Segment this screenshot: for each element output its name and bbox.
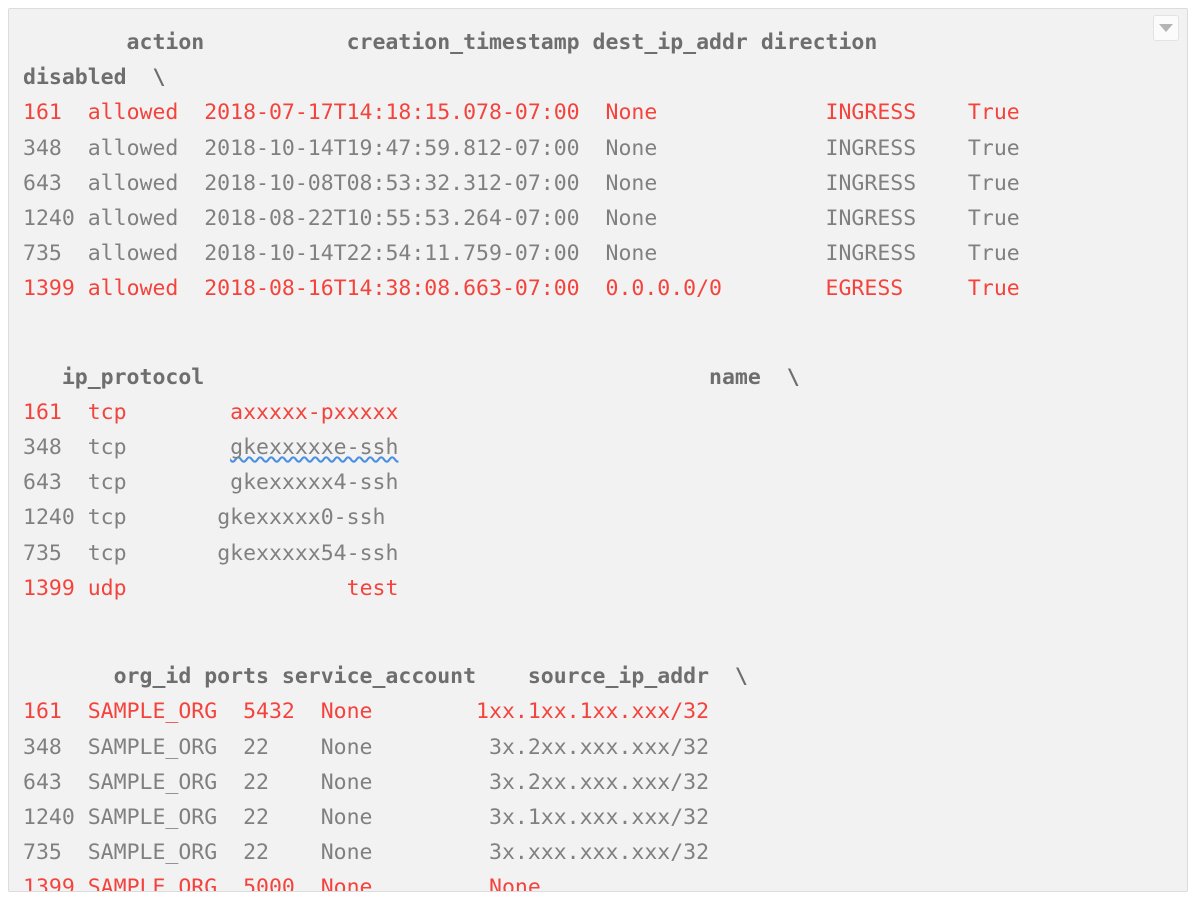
table-row: 1240 allowed 2018-08-22T10:55:53.264-07:… <box>9 201 1187 236</box>
table-row: 348 allowed 2018-10-14T19:47:59.812-07:0… <box>9 131 1187 166</box>
row-index: 643 <box>23 470 88 496</box>
row-index: 348 <box>23 734 88 760</box>
cell-name: gkexxxxxe-ssh <box>230 435 399 461</box>
row-index: 1240 <box>23 205 88 231</box>
column-header-row: ip_protocol name \ <box>23 364 800 390</box>
row-index: 1399 <box>23 276 88 302</box>
table-row: 735 SAMPLE_ORG 22 None 3x.xxx.xxx.xxx/32 <box>9 835 1187 870</box>
block-separator <box>9 307 1187 342</box>
table-row: 643 SAMPLE_ORG 22 None 3x.2xx.xxx.xxx/32 <box>9 765 1187 800</box>
table-row: 1399 allowed 2018-08-16T14:38:08.663-07:… <box>9 271 1187 306</box>
row-cells: allowed 2018-07-17T14:18:15.078-07:00 No… <box>87 100 1020 126</box>
table-row: 1240 SAMPLE_ORG 22 None 3x.1xx.xxx.xxx/3… <box>9 800 1187 835</box>
column-header-row: action creation_timestamp dest_ip_addr d… <box>23 30 878 55</box>
row-cells: SAMPLE_ORG 5000 None None <box>87 875 541 892</box>
cell-name: axxxxx-pxxxxx <box>230 399 399 425</box>
table-row: 348 tcp gkexxxxxe-ssh <box>9 430 1187 465</box>
table-row: 1240 tcp gkexxxxx0-ssh <box>9 500 1187 535</box>
table-row: 735 tcp gkexxxxx54-ssh <box>9 536 1187 571</box>
table-row: 161 tcp axxxxx-pxxxxx <box>9 395 1187 430</box>
cell-ip-protocol: udp <box>87 575 347 601</box>
dataframe-text-output: action creation_timestamp dest_ip_addr d… <box>9 9 1187 892</box>
row-cells: SAMPLE_ORG 22 None 3x.xxx.xxx.xxx/32 <box>87 840 710 866</box>
notebook-output-cell: action creation_timestamp dest_ip_addr d… <box>8 8 1188 892</box>
cell-ip-protocol: tcp <box>87 470 231 496</box>
row-index: 1399 <box>23 875 88 892</box>
row-cells: allowed 2018-10-14T19:47:59.812-07:00 No… <box>87 135 1020 161</box>
row-index: 348 <box>23 435 88 461</box>
row-index: 161 <box>23 399 88 425</box>
table-row: 643 tcp gkexxxxx4-ssh <box>9 465 1187 500</box>
chevron-down-icon <box>1159 24 1173 32</box>
block-separator <box>9 641 1187 659</box>
table-row: 348 SAMPLE_ORG 22 None 3x.2xx.xxx.xxx/32 <box>9 730 1187 765</box>
table-row: 735 allowed 2018-10-14T22:54:11.759-07:0… <box>9 236 1187 271</box>
row-index: 735 <box>23 540 88 566</box>
row-cells: SAMPLE_ORG 22 None 3x.2xx.xxx.xxx/32 <box>87 769 710 795</box>
cell-ip-protocol: tcp <box>87 399 231 425</box>
cell-ip-protocol: tcp <box>87 540 218 566</box>
row-index: 161 <box>23 699 88 725</box>
block-separator <box>9 606 1187 641</box>
cell-name: gkexxxxx54-ssh <box>217 540 399 566</box>
row-index: 1240 <box>23 505 88 531</box>
table-row: 1399 SAMPLE_ORG 5000 None None <box>9 870 1187 892</box>
row-cells: SAMPLE_ORG 22 None 3x.2xx.xxx.xxx/32 <box>87 734 710 760</box>
row-index: 1240 <box>23 804 88 830</box>
row-cells: SAMPLE_ORG 5432 None 1xx.1xx.1xx.xxx/32 <box>87 699 710 725</box>
row-index: 161 <box>23 100 88 126</box>
row-cells: allowed 2018-10-08T08:53:32.312-07:00 No… <box>87 170 1020 196</box>
row-index: 1399 <box>23 575 88 601</box>
row-index: 643 <box>23 769 88 795</box>
cell-ip-protocol: tcp <box>87 505 218 531</box>
column-header-row-continued: disabled \ <box>23 65 166 91</box>
row-cells: allowed 2018-08-22T10:55:53.264-07:00 No… <box>87 205 1020 231</box>
row-cells: SAMPLE_ORG 22 None 3x.1xx.xxx.xxx/32 <box>87 804 710 830</box>
row-index: 735 <box>23 241 88 267</box>
cell-name: test <box>346 575 399 601</box>
row-index: 348 <box>23 135 88 161</box>
table-row: 161 allowed 2018-07-17T14:18:15.078-07:0… <box>9 95 1187 130</box>
cell-name: gkexxxxx4-ssh <box>230 470 399 496</box>
cell-ip-protocol: tcp <box>87 435 231 461</box>
row-cells: allowed 2018-10-14T22:54:11.759-07:00 No… <box>87 241 1020 267</box>
row-cells: allowed 2018-08-16T14:38:08.663-07:00 0.… <box>87 276 1020 302</box>
table-row: 643 allowed 2018-10-08T08:53:32.312-07:0… <box>9 166 1187 201</box>
scroll-down-arrow-button[interactable] <box>1153 15 1179 41</box>
row-index: 643 <box>23 170 88 196</box>
block-separator <box>9 342 1187 360</box>
cell-name: gkexxxxx0-ssh <box>217 505 386 531</box>
table-row: 1399 udp test <box>9 571 1187 606</box>
table-row: 161 SAMPLE_ORG 5432 None 1xx.1xx.1xx.xxx… <box>9 694 1187 729</box>
row-index: 735 <box>23 840 88 866</box>
column-header-row: org_id ports service_account source_ip_a… <box>23 664 748 690</box>
